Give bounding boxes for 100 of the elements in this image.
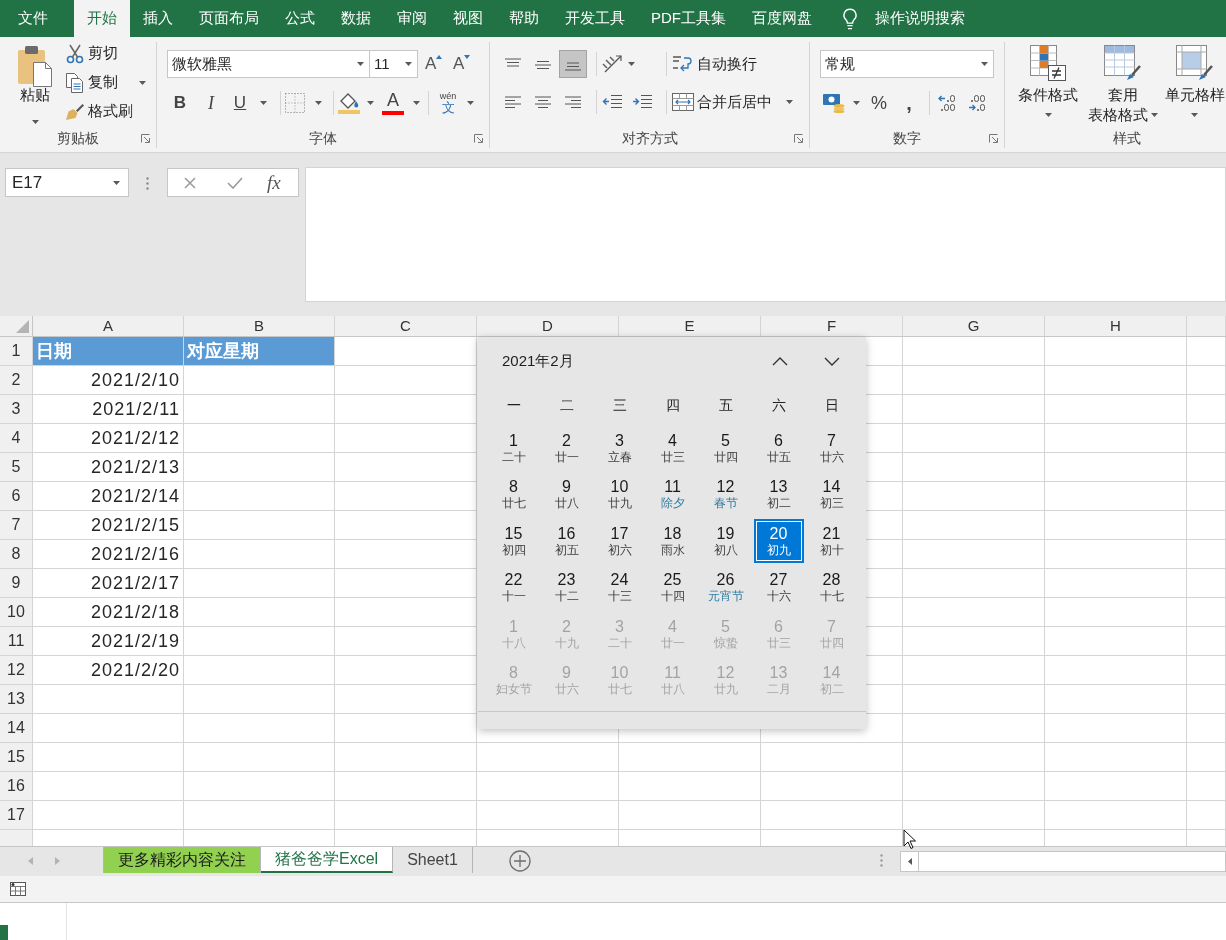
row-header[interactable]: 11 (0, 627, 33, 656)
row-header[interactable]: 4 (0, 424, 33, 453)
paint-bucket-icon[interactable] (338, 92, 360, 114)
sheet-tab[interactable]: 猪爸爸学Excel (261, 847, 394, 873)
caret-down-icon[interactable] (1191, 113, 1198, 117)
menu-tab[interactable]: 数据 (328, 0, 384, 37)
font-name-combo[interactable]: 微软雅黑 (167, 50, 370, 78)
calendar-day[interactable]: 3 立春 (594, 426, 645, 471)
decrease-indent-icon[interactable] (602, 94, 622, 110)
dialog-launcher-icon[interactable] (474, 133, 483, 143)
horizontal-scrollbar[interactable] (900, 851, 1226, 872)
chevron-down-icon[interactable] (824, 356, 840, 366)
column-header[interactable]: E (619, 316, 761, 336)
caret-down-icon[interactable] (405, 62, 412, 66)
row-header[interactable]: 8 (0, 540, 33, 569)
calendar-day[interactable]: 26 元宵节 (700, 565, 751, 610)
caret-down-icon[interactable] (981, 62, 988, 66)
currency-icon[interactable] (823, 93, 845, 113)
formula-input-field[interactable] (305, 167, 1226, 302)
calendar-day[interactable]: 2 廿一 (541, 426, 592, 471)
menu-tab[interactable]: 插入 (130, 0, 186, 37)
close-icon[interactable] (184, 176, 196, 189)
calendar-day[interactable]: 27 十六 (753, 565, 804, 610)
underline-button[interactable]: U (227, 90, 253, 116)
caret-down-icon[interactable] (315, 101, 322, 105)
left-arrow-icon[interactable] (907, 858, 912, 865)
calendar-day[interactable]: 8 廿七 (488, 472, 539, 517)
calendar-day[interactable]: 25 十四 (647, 565, 698, 610)
phonetic-guide-button[interactable]: wén 文 (438, 90, 458, 116)
shrink-font-button[interactable]: A (453, 52, 473, 76)
calendar-day[interactable]: 16 初五 (541, 519, 592, 564)
menu-tab[interactable]: 公式 (272, 0, 328, 37)
percent-button[interactable]: % (869, 90, 889, 116)
row-header[interactable]: 3 (0, 395, 33, 424)
dialog-launcher-icon[interactable] (989, 133, 998, 143)
number-format-combo[interactable]: 常规 (820, 50, 994, 78)
calendar-day[interactable]: 1 二十 (488, 426, 539, 471)
sheet-tab[interactable]: 更多精彩内容关注 (104, 847, 261, 873)
column-header[interactable]: D (477, 316, 619, 336)
cell-styles-button[interactable]: 单元格样 (1163, 45, 1226, 128)
caret-down-icon[interactable] (628, 62, 635, 66)
menu-tab[interactable]: 视图 (440, 0, 496, 37)
row-header[interactable]: 13 (0, 685, 33, 714)
menu-tab[interactable]: PDF工具集 (638, 0, 739, 37)
calendar-day[interactable]: 9 廿八 (541, 472, 592, 517)
format-painter-button[interactable]: 格式刷 (63, 97, 148, 126)
caret-down-icon[interactable] (357, 62, 364, 66)
caret-down-icon[interactable] (367, 101, 374, 105)
calendar-day[interactable]: 22 十一 (488, 565, 539, 610)
row-header[interactable]: 15 (0, 743, 33, 772)
row-header[interactable]: 14 (0, 714, 33, 743)
chevron-up-icon[interactable] (772, 356, 788, 366)
row-header[interactable]: 2 (0, 366, 33, 395)
row-header[interactable]: 9 (0, 569, 33, 598)
row-header[interactable]: 17 (0, 801, 33, 830)
calendar-day[interactable]: 21 初十 (806, 519, 857, 564)
paste-button[interactable]: 粘贴 (8, 42, 62, 128)
calendar-day[interactable]: 13 初二 (753, 472, 804, 517)
row-header[interactable]: 5 (0, 453, 33, 482)
increase-indent-icon[interactable] (632, 94, 652, 110)
row-header[interactable]: 6 (0, 482, 33, 511)
caret-down-icon[interactable] (260, 101, 267, 105)
spreadsheet-icon[interactable] (10, 882, 26, 896)
calendar-day[interactable]: 12 春节 (700, 472, 751, 517)
copy-button[interactable]: 复制 (63, 68, 148, 97)
caret-down-icon[interactable] (31, 120, 39, 124)
calendar-day[interactable]: 4 廿三 (647, 426, 698, 471)
calendar-day[interactable]: 28 十七 (806, 565, 857, 610)
calendar-day[interactable]: 10 廿九 (594, 472, 645, 517)
font-size-combo[interactable]: 11 (370, 50, 418, 78)
row-header[interactable]: 1 (0, 337, 33, 366)
caret-down-icon[interactable] (1044, 113, 1052, 117)
menu-tab[interactable]: 开发工具 (552, 0, 638, 37)
column-header[interactable]: C (335, 316, 477, 336)
add-sheet-icon[interactable] (508, 850, 531, 872)
calendar-day[interactable]: 18 雨水 (647, 519, 698, 564)
menu-tab[interactable]: 审阅 (384, 0, 440, 37)
format-as-table-button[interactable]: 套用 表格格式 (1083, 45, 1163, 128)
row-header[interactable]: 12 (0, 656, 33, 685)
italic-button[interactable]: I (198, 90, 224, 116)
calendar-day[interactable]: 7 廿六 (806, 426, 857, 471)
tell-me-search-field[interactable]: 操作说明搜索 (875, 7, 985, 30)
name-box[interactable]: E17 (5, 168, 129, 197)
caret-down-icon[interactable] (139, 80, 146, 85)
grow-font-button[interactable]: A (425, 52, 445, 76)
column-header[interactable]: G (903, 316, 1045, 336)
menu-tab[interactable]: 开始 (74, 0, 130, 37)
menu-tab[interactable]: 文件 (5, 0, 61, 37)
calendar-day[interactable]: 11 除夕 (647, 472, 698, 517)
menu-tab[interactable]: 帮助 (496, 0, 552, 37)
caret-down-icon[interactable] (1151, 113, 1158, 117)
menu-tab[interactable]: 页面布局 (186, 0, 272, 37)
insert-function-button[interactable]: fx (267, 170, 281, 195)
caret-down-icon[interactable] (786, 100, 793, 104)
caret-down-icon[interactable] (853, 101, 860, 105)
font-color-button[interactable]: A (382, 90, 404, 116)
caret-down-icon[interactable] (413, 101, 420, 105)
row-header[interactable]: 10 (0, 598, 33, 627)
menu-tab[interactable]: 百度网盘 (739, 0, 825, 37)
calendar-day[interactable]: 14 初三 (806, 472, 857, 517)
